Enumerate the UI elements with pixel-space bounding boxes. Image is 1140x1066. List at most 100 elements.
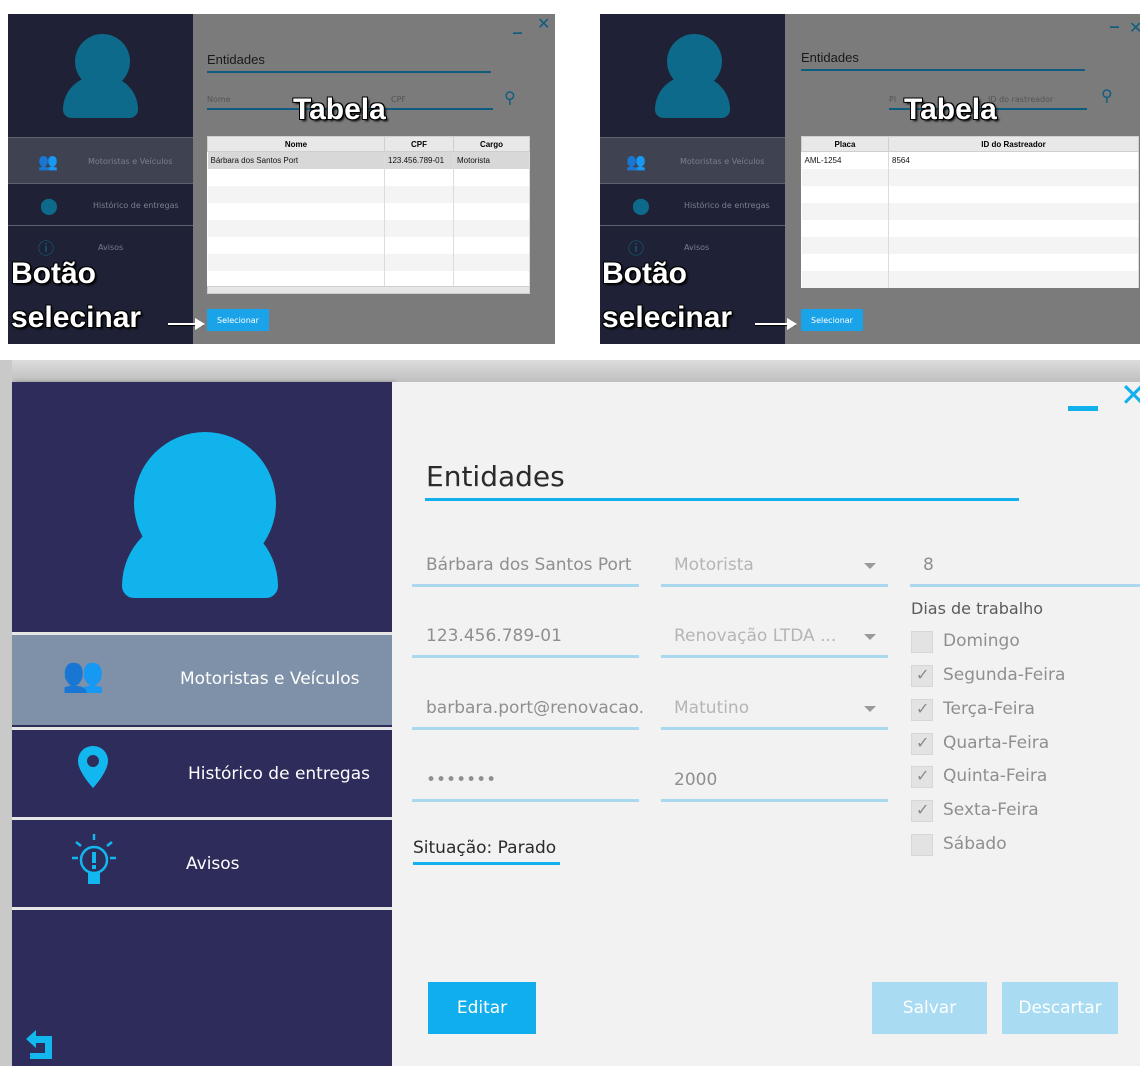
select-button[interactable]: Selecionar: [207, 309, 269, 331]
column-header[interactable]: Cargo: [453, 136, 530, 152]
checkbox-domingo[interactable]: [911, 631, 933, 653]
nav-label: Avisos: [98, 242, 124, 252]
cell-cargo: Motorista: [453, 151, 530, 169]
table-row[interactable]: [801, 220, 1139, 237]
field-underline: [412, 799, 639, 802]
cargo-select[interactable]: Motorista: [674, 555, 754, 575]
checkbox-terca[interactable]: [911, 699, 933, 721]
password-field[interactable]: •••••••: [426, 770, 496, 790]
dias-label: Dias de trabalho: [911, 599, 1044, 618]
status-underline: [413, 862, 560, 865]
numero-field[interactable]: 8: [923, 555, 934, 575]
annotation-button-line2: selecinar: [11, 301, 142, 334]
annotation-button-line1: Botão: [602, 257, 687, 290]
checkbox-label: Quinta-Feira: [943, 766, 1048, 786]
save-button[interactable]: Salvar: [872, 982, 987, 1034]
search-cpf-input[interactable]: CPF: [391, 95, 406, 104]
search-name-input[interactable]: Nome: [207, 95, 231, 104]
edit-button[interactable]: Editar: [428, 982, 536, 1034]
name-field[interactable]: Bárbara dos Santos Port: [426, 555, 632, 575]
nav-item-motoristas[interactable]: 👥 Motoristas e Veículos: [8, 137, 193, 184]
nav-label: Motoristas e Veículos: [680, 156, 765, 166]
discard-button[interactable]: Descartar: [1002, 982, 1118, 1034]
chevron-down-icon[interactable]: [864, 634, 876, 640]
lightbulb-svg: [72, 834, 116, 884]
nav-item-motoristas[interactable]: 👥 Motoristas e Veículos: [12, 632, 392, 725]
checkbox-label: Quarta-Feira: [943, 733, 1050, 753]
nav-label: Histórico de entregas: [684, 200, 770, 210]
vehicles-table[interactable]: Placa ID do Rastreador AML-1254 8564: [801, 136, 1139, 288]
annotation-arrow: [168, 318, 205, 330]
field-underline: [661, 799, 888, 802]
cell-placa: AML-1254: [801, 151, 889, 169]
table-row[interactable]: [207, 220, 530, 237]
table-row[interactable]: [207, 169, 530, 186]
main-panel: _ ✕ Entidades Nome CPF ⚲ Nome CPF Cargo …: [193, 14, 555, 344]
minimize-button[interactable]: _: [1110, 14, 1119, 29]
page-title: Entidades: [801, 50, 859, 65]
cpf-field[interactable]: 123.456.789-01: [426, 626, 562, 646]
table-row[interactable]: Bárbara dos Santos Port 123.456.789-01 M…: [207, 151, 530, 169]
column-header[interactable]: Nome: [207, 136, 385, 152]
nav-item-motoristas[interactable]: 👥 Motoristas e Veículos: [600, 137, 785, 184]
checkbox-quarta[interactable]: [911, 733, 933, 755]
turno-select[interactable]: Matutino: [674, 698, 749, 718]
cell-nome: Bárbara dos Santos Port: [207, 151, 385, 169]
select-button[interactable]: Selecionar: [801, 309, 863, 331]
search-plate-input[interactable]: Pl: [889, 95, 896, 104]
column-header[interactable]: Placa: [801, 136, 889, 152]
back-arrow-svg: [26, 1030, 52, 1059]
checkbox-label: Terça-Feira: [943, 699, 1035, 719]
lightbulb-icon: [72, 834, 116, 901]
table-row[interactable]: [801, 203, 1139, 220]
column-header[interactable]: ID do Rastreador: [888, 136, 1139, 152]
title-underline: [425, 498, 1019, 501]
checkbox-sabado[interactable]: [911, 834, 933, 856]
drivers-table[interactable]: Nome CPF Cargo Bárbara dos Santos Port 1…: [207, 136, 530, 288]
table-row[interactable]: [801, 237, 1139, 254]
horizontal-scrollbar[interactable]: [207, 286, 530, 294]
search-icon[interactable]: ⚲: [1101, 86, 1113, 105]
table-row[interactable]: [207, 254, 530, 271]
field-underline: [661, 727, 888, 730]
minimize-button[interactable]: _: [513, 14, 522, 35]
table-row[interactable]: [801, 186, 1139, 203]
window-frame-left: [0, 360, 12, 1066]
checkbox-label: Domingo: [943, 631, 1020, 651]
minimize-button[interactable]: [1068, 406, 1098, 411]
table-row[interactable]: [801, 169, 1139, 186]
avatar-body: [655, 76, 730, 118]
table-row[interactable]: AML-1254 8564: [801, 151, 1139, 169]
table-row[interactable]: [207, 186, 530, 203]
chevron-down-icon[interactable]: [864, 706, 876, 712]
chevron-down-icon[interactable]: [864, 563, 876, 569]
close-button[interactable]: ✕: [1120, 376, 1140, 414]
checkbox-label: Sexta-Feira: [943, 800, 1039, 820]
nav-label: Avisos: [186, 854, 240, 874]
search-icon[interactable]: ⚲: [504, 88, 516, 107]
email-field[interactable]: barbara.port@renovacao.: [426, 698, 644, 718]
sidebar: 👥 Motoristas e Veículos ⬤ Histórico de e…: [600, 14, 785, 344]
table-row[interactable]: [801, 254, 1139, 271]
back-icon[interactable]: [22, 1027, 56, 1066]
search-tracker-input[interactable]: ID do rastreador: [988, 95, 1053, 104]
nav-item-historico[interactable]: ⬤ Histórico de entregas: [600, 183, 785, 226]
column-header[interactable]: CPF: [384, 136, 454, 152]
valor-field[interactable]: 2000: [674, 770, 717, 790]
table-row[interactable]: [207, 203, 530, 220]
nav-item-historico[interactable]: ⬤ Histórico de entregas: [8, 183, 193, 226]
checkbox-segunda[interactable]: [911, 665, 933, 687]
screenshot-driver-form: 👥 Motoristas e Veículos Histórico de ent…: [0, 360, 1140, 1066]
nav-label: Histórico de entregas: [93, 200, 179, 210]
checkbox-sexta[interactable]: [911, 800, 933, 822]
close-button[interactable]: ✕: [1129, 18, 1140, 37]
table-row[interactable]: [207, 237, 530, 254]
empresa-select[interactable]: Renovação LTDA ...: [674, 626, 836, 646]
nav-item-historico[interactable]: Histórico de entregas: [12, 727, 392, 820]
lightbulb-icon: ⓘ: [628, 239, 645, 258]
avatar-body: [63, 76, 138, 118]
close-button[interactable]: ✕: [537, 14, 550, 33]
checkbox-quinta[interactable]: [911, 766, 933, 788]
nav-item-avisos[interactable]: Avisos: [12, 817, 392, 910]
table-row[interactable]: [801, 271, 1139, 288]
